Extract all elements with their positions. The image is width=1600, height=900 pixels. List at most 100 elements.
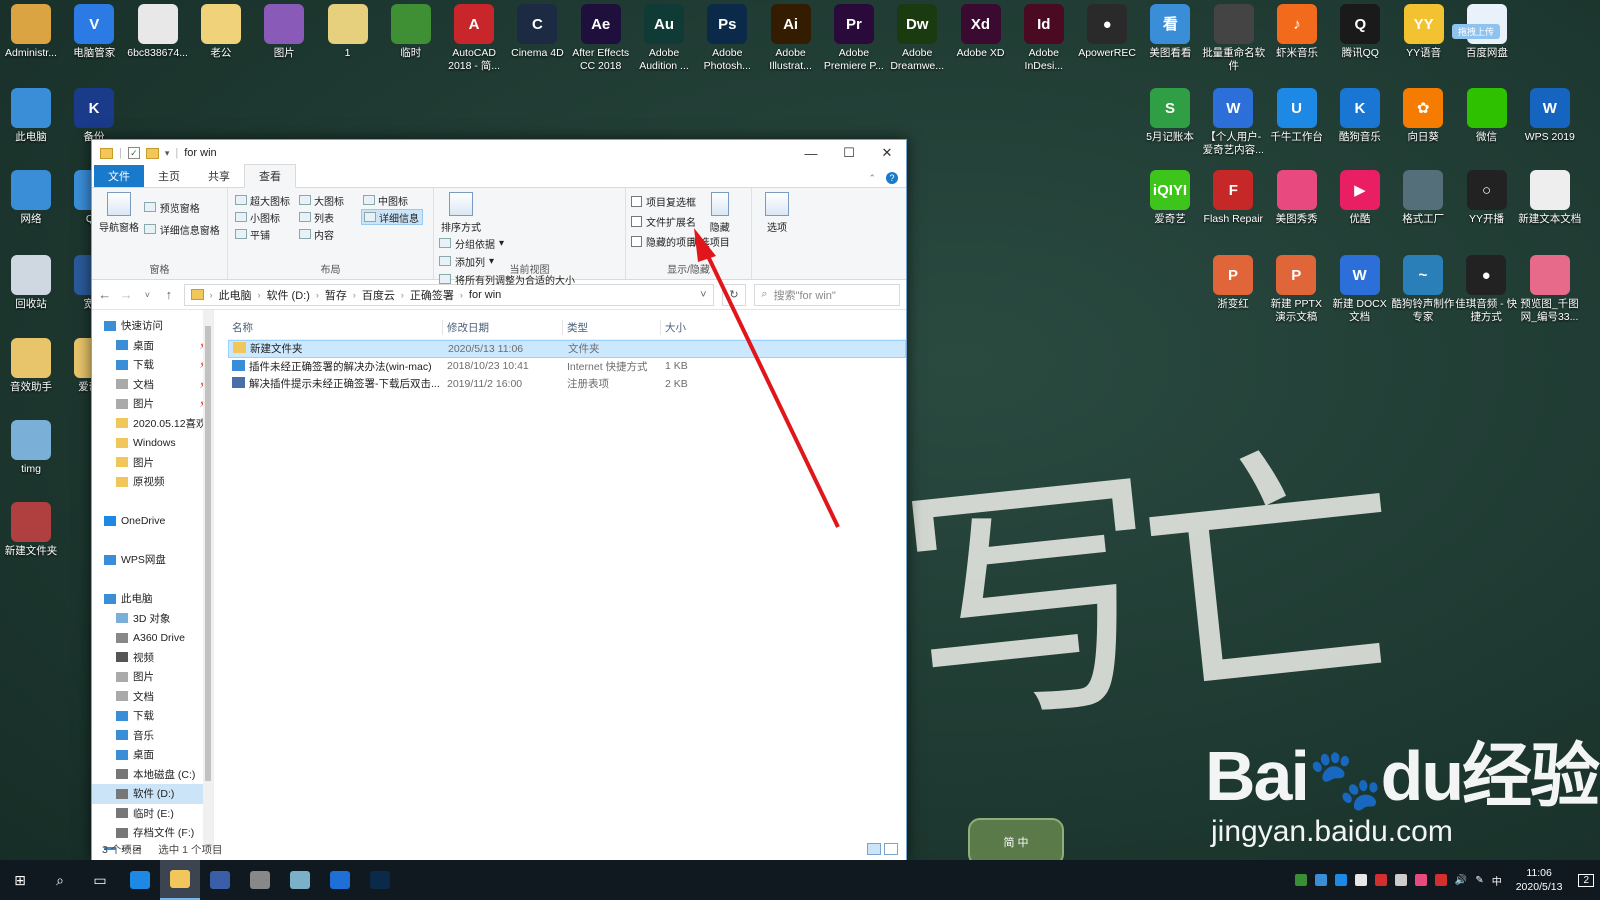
nav-item[interactable]: OneDrive: [92, 511, 213, 531]
nav-item[interactable]: 桌面: [92, 745, 213, 765]
desktop-icon[interactable]: Au Adobe Audition ...: [632, 4, 696, 73]
desktop-icon[interactable]: S 5月记账本: [1138, 88, 1202, 144]
breadcrumb-item[interactable]: 此电脑: [219, 287, 252, 303]
back-arrow-icon[interactable]: ←: [98, 287, 111, 302]
desktop-icon[interactable]: 新建文本文档: [1518, 170, 1582, 226]
desktop-icon[interactable]: V 电脑管家: [62, 4, 126, 60]
taskbar-app-notes[interactable]: [280, 860, 320, 900]
tray-shield-icon[interactable]: [1314, 874, 1327, 886]
large-icons-view-icon[interactable]: [884, 843, 898, 855]
desktop-icon[interactable]: K 酷狗音乐: [1328, 88, 1392, 144]
start-button[interactable]: ⊞: [0, 860, 40, 900]
breadcrumb-item[interactable]: for win: [469, 289, 501, 301]
nav-item[interactable]: Windows: [92, 433, 213, 453]
new-folder-icon[interactable]: [145, 147, 159, 159]
desktop-icon[interactable]: Administr...: [0, 4, 63, 60]
breadcrumb-item[interactable]: 正确签署: [410, 287, 454, 303]
preview-pane-button[interactable]: 预览窗格: [143, 198, 220, 216]
chevron-up-icon[interactable]: ⌃: [868, 173, 876, 184]
breadcrumb-chevron-icon[interactable]: ›: [210, 290, 213, 300]
desktop-icon[interactable]: ▶ 优酷: [1328, 170, 1392, 226]
item-checkboxes-toggle[interactable]: 项目复选框: [631, 192, 696, 210]
nav-item[interactable]: 图片: [92, 667, 213, 687]
desktop-icon[interactable]: Dw Adobe Dreamwe...: [885, 4, 949, 73]
nav-item[interactable]: 本地磁盘 (C:): [92, 765, 213, 785]
desktop-icon[interactable]: 看美图看看: [1138, 4, 1202, 60]
tray-mic-icon[interactable]: [1354, 874, 1367, 886]
desktop-icon[interactable]: Id Adobe InDesi...: [1012, 4, 1076, 73]
nav-item[interactable]: WPS网盘: [92, 550, 213, 570]
nav-item[interactable]: 视频: [92, 648, 213, 668]
clock[interactable]: 11:06 2020/5/13: [1516, 866, 1563, 894]
tray-meitu-icon[interactable]: [1414, 874, 1427, 886]
breadcrumb-item[interactable]: 暂存: [325, 287, 347, 303]
column-header[interactable]: 大小: [660, 320, 720, 335]
up-arrow-icon[interactable]: ↑: [162, 287, 175, 302]
desktop-icon[interactable]: 回收站: [0, 255, 63, 311]
breadcrumb-chevron-icon[interactable]: ›: [401, 290, 404, 300]
nav-item[interactable]: 下载📌: [92, 355, 213, 375]
desktop-icon[interactable]: ● 佳琪音频 - 快捷方式: [1454, 255, 1518, 324]
tray-app-icon[interactable]: [1294, 874, 1307, 886]
hide-selected-button[interactable]: 隐藏 所选项目: [690, 192, 739, 249]
desktop-icon[interactable]: ♪ 虾米音乐: [1265, 4, 1329, 60]
minimize-button[interactable]: —: [792, 140, 830, 166]
desktop-icon[interactable]: Ae After Effects CC 2018: [569, 4, 633, 73]
tab-home[interactable]: 主页: [144, 165, 194, 187]
input-language[interactable]: 中: [1492, 873, 1502, 888]
taskbar-app-kk[interactable]: [200, 860, 240, 900]
checkbox[interactable]: [631, 195, 642, 207]
breadcrumb-item[interactable]: 百度云: [362, 287, 395, 303]
volume-icon[interactable]: 🔊: [1455, 875, 1467, 886]
checkbox[interactable]: [631, 215, 642, 227]
desktop-icon[interactable]: ~ 酷狗铃声制作专家: [1391, 255, 1455, 324]
sort-by-button[interactable]: 排序方式: [439, 192, 483, 234]
recent-chevron-icon[interactable]: ˅: [141, 290, 154, 300]
desktop-icon[interactable]: 6bc838674...: [126, 4, 190, 60]
maximize-button[interactable]: ☐: [830, 140, 868, 166]
group-by-button[interactable]: 分组依据 ▾: [439, 234, 575, 252]
desktop-icon[interactable]: ✿ 向日葵: [1391, 88, 1455, 144]
desktop-icon[interactable]: timg: [0, 420, 63, 476]
nav-item[interactable]: 3D 对象: [92, 609, 213, 629]
desktop-icon[interactable]: ● ApowerREC: [1075, 4, 1139, 60]
desktop-icon[interactable]: 新建文件夹: [0, 502, 63, 558]
hidden-items-toggle[interactable]: 隐藏的项目: [631, 232, 696, 250]
pen-icon[interactable]: ✎: [1475, 875, 1483, 886]
layout-option[interactable]: 大图标: [297, 192, 359, 208]
quick-access-dropdown-icon[interactable]: ▾: [165, 148, 170, 159]
desktop-icon[interactable]: A AutoCAD 2018 - 简...: [442, 4, 506, 73]
breadcrumb-item[interactable]: 软件 (D:): [267, 287, 310, 303]
address-dropdown-icon[interactable]: ˅: [700, 289, 706, 301]
task-view-button[interactable]: ▭: [80, 860, 120, 900]
taskbar-app-explorer[interactable]: [160, 860, 200, 900]
desktop-icon[interactable]: 预览图_千图网_编号33...: [1518, 255, 1582, 324]
taskbar-app-netease[interactable]: [240, 860, 280, 900]
tray-flash-icon[interactable]: [1374, 874, 1387, 886]
breadcrumb-chevron-icon[interactable]: ›: [316, 290, 319, 300]
nav-item[interactable]: 原视频: [92, 472, 213, 492]
ime-toolbar[interactable]: 简 中: [968, 818, 1064, 866]
tab-share[interactable]: 共享: [194, 165, 244, 187]
desktop-icon[interactable]: 图片: [252, 4, 316, 60]
column-header[interactable]: 名称: [228, 320, 442, 335]
desktop-icon[interactable]: 音效助手: [0, 338, 63, 394]
breadcrumb-chevron-icon[interactable]: ›: [353, 290, 356, 300]
nav-item[interactable]: 文档📌: [92, 375, 213, 395]
desktop-icon[interactable]: 网络: [0, 170, 63, 226]
desktop-icon[interactable]: Pr Adobe Premiere P...: [822, 4, 886, 73]
desktop-icon[interactable]: Xd Adobe XD: [949, 4, 1013, 60]
desktop-icon[interactable]: F Flash Repair: [1201, 170, 1265, 226]
details-pane-button[interactable]: 详细信息窗格: [143, 220, 220, 238]
taskbar-app-edge[interactable]: [120, 860, 160, 900]
nav-item[interactable]: 软件 (D:): [92, 784, 213, 804]
options-button[interactable]: 选项: [757, 192, 797, 234]
taskbar-app-photoshop[interactable]: [360, 860, 400, 900]
desktop-icon[interactable]: P 新建 PPTX 演示文稿: [1264, 255, 1328, 324]
desktop-icon[interactable]: Q 腾讯QQ: [1328, 4, 1392, 60]
desktop-icon[interactable]: 批量重命名软件: [1202, 4, 1266, 73]
layout-option[interactable]: 超大图标: [233, 192, 295, 208]
desktop-icon[interactable]: 美图秀秀: [1265, 170, 1329, 226]
close-button[interactable]: ✕: [868, 140, 906, 166]
desktop-icon[interactable]: Ai Adobe Illustrat...: [759, 4, 823, 73]
